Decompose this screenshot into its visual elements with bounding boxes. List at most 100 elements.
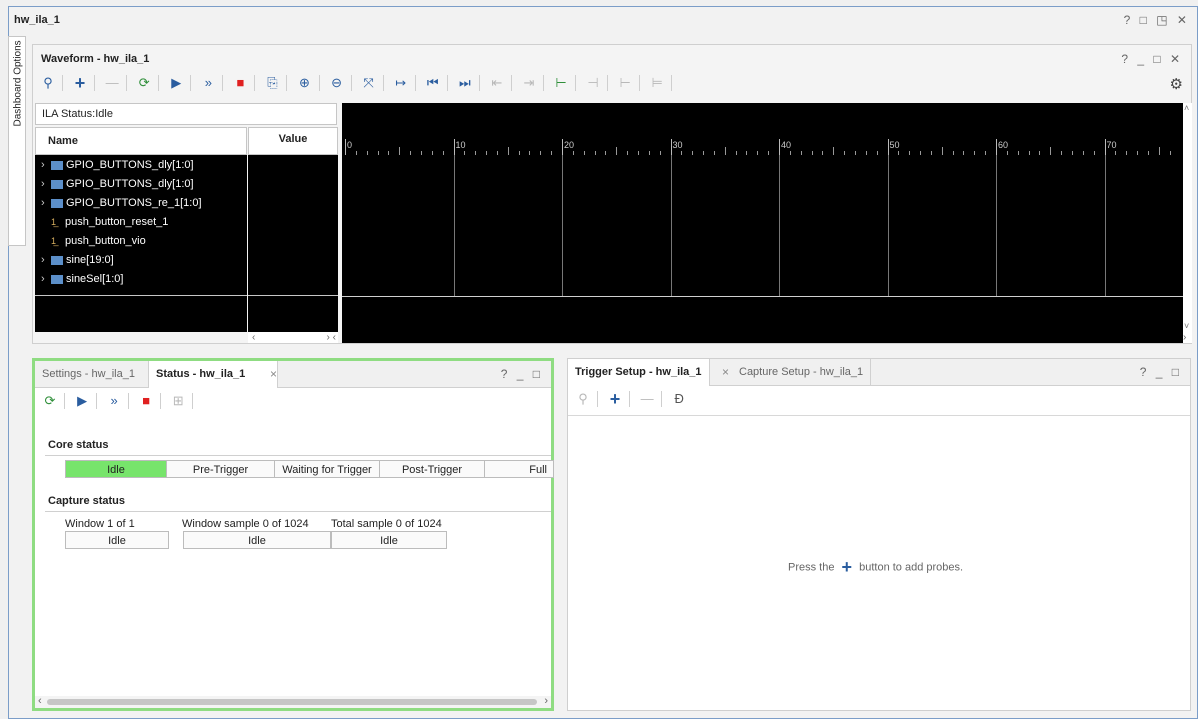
- expand-chevron-icon[interactable]: ›: [41, 270, 51, 289]
- trigger-toolbar: ⚲ + — Ð: [572, 389, 690, 409]
- ruler-minor-tick: [551, 151, 553, 155]
- signal-list: › GPIO_BUTTONS_dly[1:0] › GPIO_BUTTONS_dly…: [35, 155, 247, 295]
- tab-status[interactable]: Status - hw_ila_1: [148, 361, 279, 388]
- name-column-header[interactable]: Name: [35, 127, 247, 155]
- ruler-minor-tick: [420, 151, 422, 155]
- go-to-cursor-icon[interactable]: ↦: [390, 73, 412, 93]
- waveform-canvas[interactable]: 0 10 20 30 40 50 60 70: [342, 103, 1183, 343]
- stop-icon[interactable]: ■: [135, 391, 157, 411]
- close-tab-icon[interactable]: ×: [270, 367, 277, 381]
- expand-chevron-icon[interactable]: ›: [41, 175, 51, 194]
- search-icon[interactable]: ⚲: [37, 73, 59, 93]
- add-icon[interactable]: +: [69, 73, 91, 93]
- run-trigger-icon[interactable]: ▶: [71, 391, 93, 411]
- ruler-minor-tick: [724, 147, 726, 155]
- signal-row[interactable]: 1̲ push_button_vio: [35, 232, 247, 251]
- ruler-minor-tick: [572, 151, 574, 155]
- capture-status-heading: Capture status: [48, 495, 126, 507]
- zoom-fit-icon[interactable]: ⤧: [358, 73, 380, 93]
- trigger-condition-icon[interactable]: Ð: [668, 389, 690, 409]
- waveform-horizontal-scroll-right[interactable]: ›: [1183, 332, 1192, 343]
- grid-line: [887, 155, 889, 296]
- signal-row[interactable]: › GPIO_BUTTONS_re_1[1:0]: [35, 194, 247, 213]
- ruler-minor-tick: [985, 151, 987, 155]
- ruler-tick-label: 70: [1106, 140, 1117, 150]
- ruler-minor-tick: [909, 151, 911, 155]
- grid-line: [562, 155, 563, 296]
- ruler-minor-tick: [757, 151, 759, 155]
- stop-icon[interactable]: ■: [229, 73, 251, 93]
- grid-line: [779, 155, 780, 296]
- ruler-minor-tick: [1126, 151, 1128, 155]
- status-horizontal-scrollbar[interactable]: ‹ ›: [35, 695, 551, 708]
- next-transition-icon[interactable]: ⇥: [518, 73, 540, 93]
- search-icon[interactable]: ⚲: [572, 389, 594, 409]
- bit-signal-icon: 1̲: [51, 217, 57, 227]
- go-to-end-icon[interactable]: ⏭: [454, 73, 476, 93]
- remove-probe-icon[interactable]: —: [636, 389, 658, 409]
- previous-transition-icon[interactable]: ⇤: [486, 73, 508, 93]
- remove-icon[interactable]: —: [101, 73, 123, 93]
- signal-row[interactable]: › GPIO_BUTTONS_dly[1:0]: [35, 156, 247, 175]
- ruler-minor-tick: [355, 151, 357, 155]
- dashboard-options-label: Dashboard Options: [12, 40, 24, 127]
- capture-window-sample-label: Window sample 0 of 1024: [182, 518, 309, 530]
- signal-row[interactable]: › GPIO_BUTTONS_dly[1:0]: [35, 175, 247, 194]
- ruler-major-tick: [453, 139, 455, 155]
- ruler-minor-tick: [410, 151, 412, 155]
- ruler-minor-tick: [735, 151, 737, 155]
- ruler-tick-label: 60: [998, 140, 1009, 150]
- run-immediate-icon[interactable]: »: [197, 73, 219, 93]
- grid-line: [996, 155, 997, 296]
- trigger-settings-icon[interactable]: ⊞: [167, 391, 189, 411]
- ruler-minor-tick: [930, 151, 932, 155]
- next-marker-icon[interactable]: ⊢: [614, 73, 636, 93]
- expand-chevron-icon[interactable]: ›: [41, 156, 51, 175]
- tab-capture-setup[interactable]: Capture Setup - hw_ila_1: [732, 359, 872, 385]
- gear-icon[interactable]: ⚙: [1170, 75, 1183, 93]
- zoom-out-icon[interactable]: ⊖: [326, 73, 348, 93]
- close-tab-icon[interactable]: ×: [722, 365, 729, 379]
- auto-retrigger-icon[interactable]: ⟳: [39, 391, 61, 411]
- ruler-minor-tick: [431, 151, 433, 155]
- run-immediate-icon[interactable]: »: [103, 391, 125, 411]
- auto-retrigger-icon[interactable]: ⟳: [133, 73, 155, 93]
- capture-total-sample-value: Idle: [331, 531, 447, 549]
- ruler-minor-tick: [713, 151, 715, 155]
- trigger-panel-controls[interactable]: ? _ □: [1140, 365, 1182, 379]
- ruler-minor-tick: [507, 147, 509, 155]
- export-icon[interactable]: ⎘: [261, 73, 283, 93]
- scroll-thumb[interactable]: [47, 699, 537, 705]
- ruler-minor-tick: [540, 151, 542, 155]
- zoom-in-icon[interactable]: ⊕: [294, 73, 316, 93]
- expand-chevron-icon[interactable]: ›: [41, 194, 51, 213]
- go-to-start-icon[interactable]: ⏮: [422, 73, 444, 93]
- swap-cursors-icon[interactable]: ⊨: [646, 73, 668, 93]
- ruler-minor-tick: [486, 151, 488, 155]
- status-panel-controls[interactable]: ? _ □: [501, 367, 543, 381]
- previous-marker-icon[interactable]: ⊣: [582, 73, 604, 93]
- waveform-vertical-scrollbar[interactable]: ˄ ˅: [1183, 103, 1192, 343]
- ruler-minor-tick: [1082, 151, 1084, 155]
- ruler-major-tick: [887, 139, 889, 155]
- value-scrollbar[interactable]: ‹ › ‹: [248, 332, 338, 343]
- dashboard-options-tab[interactable]: Dashboard Options: [8, 36, 26, 246]
- bus-icon: [51, 160, 63, 170]
- add-marker-icon[interactable]: ⊢: [550, 73, 572, 93]
- ruler-minor-tick: [768, 151, 770, 155]
- waveform-controls[interactable]: ? _ □ ✕: [1121, 52, 1183, 66]
- run-trigger-icon[interactable]: ▶: [165, 73, 187, 93]
- value-column-header[interactable]: Value: [248, 127, 338, 155]
- expand-chevron-icon[interactable]: ›: [41, 251, 51, 270]
- ruler-minor-tick: [464, 151, 466, 155]
- signal-row[interactable]: › sineSel[1:0]: [35, 270, 247, 289]
- add-probe-icon[interactable]: +: [604, 389, 626, 409]
- signal-row[interactable]: › sine[19:0]: [35, 251, 247, 270]
- tab-settings[interactable]: Settings - hw_ila_1: [35, 361, 142, 387]
- tab-trigger-setup[interactable]: Trigger Setup - hw_ila_1: [568, 359, 710, 386]
- ila-status: ILA Status:Idle: [35, 103, 337, 125]
- ruler-minor-tick: [1115, 151, 1117, 155]
- ruler-minor-tick: [496, 151, 498, 155]
- window-controls[interactable]: ? □ ◳ ✕: [1124, 13, 1190, 27]
- signal-row[interactable]: 1̲ push_button_reset_1: [35, 213, 247, 232]
